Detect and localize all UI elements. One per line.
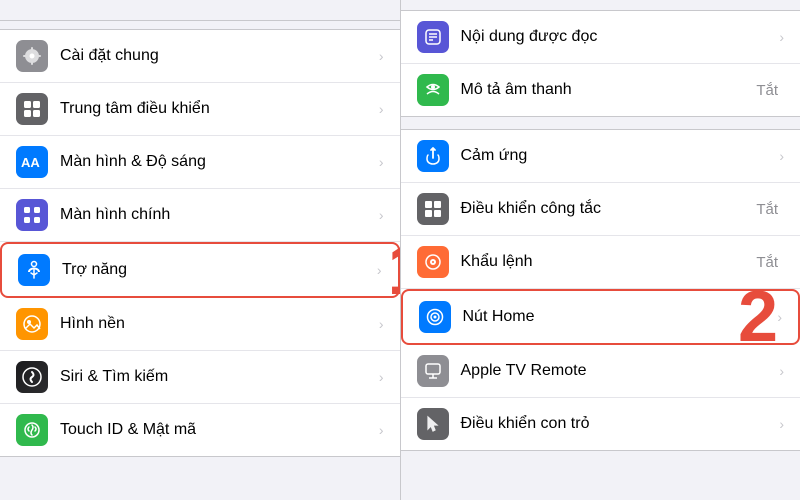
chevron-icon: › [377, 262, 382, 278]
left-settings-group: Cài đặt chung›Trung tâm điều khiển›AAMàn… [0, 29, 400, 457]
label-noi-dung-doc: Nội dung được đọc [461, 28, 776, 46]
right-top-group: Nội dung được đọc›Mô tả âm thanhTắt [401, 10, 800, 117]
chevron-icon: › [379, 101, 384, 117]
icon-man-hinh-chinh [16, 199, 48, 231]
icon-cai-dat-chung [16, 40, 48, 72]
badge-1: 1 [387, 234, 399, 306]
icon-mo-ta-am-thanh [417, 74, 449, 106]
right-bottom-group: Cảm ứng›Điều khiển công tắcTắtKhẩu lệnhT… [401, 129, 800, 451]
label-dieu-khien-cong-tac: Điều khiển công tắc [461, 200, 757, 218]
left-item-trung-tam[interactable]: Trung tâm điều khiển› [0, 83, 400, 136]
chevron-icon: › [379, 316, 384, 332]
chevron-icon: › [379, 422, 384, 438]
right-item-mo-ta-am-thanh[interactable]: Mô tả âm thanhTắt [401, 64, 800, 116]
icon-trung-tam [16, 93, 48, 125]
label-nut-home: Nút Home [463, 308, 774, 326]
icon-siri [16, 361, 48, 393]
chevron-icon: › [779, 29, 784, 45]
icon-dieu-khien-con-tro [417, 408, 449, 440]
svg-text:AA: AA [21, 155, 40, 169]
left-header [0, 0, 400, 21]
right-item-nut-home[interactable]: Nút Home›2 [401, 289, 800, 345]
chevron-icon: › [779, 416, 784, 432]
left-item-hinh-nen[interactable]: Hình nền› [0, 298, 400, 351]
left-item-man-hinh-do-sang[interactable]: AA Màn hình & Độ sáng› [0, 136, 400, 189]
right-panel: Nội dung được đọc›Mô tả âm thanhTắt Cảm … [401, 0, 800, 500]
label-tro-nang: Trợ năng [62, 261, 373, 279]
right-settings-list: Nội dung được đọc›Mô tả âm thanhTắt Cảm … [401, 10, 800, 500]
value-khau-lenh: Tắt [756, 254, 778, 271]
label-man-hinh-do-sang: Màn hình & Độ sáng [60, 153, 375, 171]
left-item-cai-dat-chung[interactable]: Cài đặt chung› [0, 30, 400, 83]
label-trung-tam: Trung tâm điều khiển [60, 100, 375, 118]
icon-touch-id [16, 414, 48, 446]
icon-cam-ung [417, 140, 449, 172]
value-dieu-khien-cong-tac: Tắt [756, 201, 778, 218]
icon-man-hinh-do-sang: AA [16, 146, 48, 178]
icon-dieu-khien-cong-tac [417, 193, 449, 225]
left-item-siri[interactable]: Siri & Tìm kiếm› [0, 351, 400, 404]
chevron-icon: › [779, 363, 784, 379]
label-khau-lenh: Khẩu lệnh [461, 253, 757, 271]
label-cam-ung: Cảm ứng [461, 147, 776, 165]
label-man-hinh-chinh: Màn hình chính [60, 206, 375, 224]
right-item-dieu-khien-cong-tac[interactable]: Điều khiển công tắcTắt [401, 183, 800, 236]
label-cai-dat-chung: Cài đặt chung [60, 47, 375, 65]
value-mo-ta-am-thanh: Tắt [756, 82, 778, 99]
chevron-icon: › [379, 48, 384, 64]
chevron-icon: › [777, 309, 782, 325]
left-settings-list: Cài đặt chung›Trung tâm điều khiển›AAMàn… [0, 21, 400, 500]
icon-nut-home [419, 301, 451, 333]
label-touch-id: Touch ID & Mật mã [60, 421, 375, 439]
icon-tro-nang [18, 254, 50, 286]
icon-noi-dung-doc [417, 21, 449, 53]
label-mo-ta-am-thanh: Mô tả âm thanh [461, 81, 757, 99]
icon-apple-tv [417, 355, 449, 387]
chevron-icon: › [379, 369, 384, 385]
label-dieu-khien-con-tro: Điều khiển con trỏ [461, 415, 776, 433]
label-siri: Siri & Tìm kiếm [60, 368, 375, 386]
label-apple-tv: Apple TV Remote [461, 362, 776, 380]
left-item-touch-id[interactable]: Touch ID & Mật mã› [0, 404, 400, 456]
left-item-man-hinh-chinh[interactable]: Màn hình chính› [0, 189, 400, 242]
right-item-khau-lenh[interactable]: Khẩu lệnhTắt [401, 236, 800, 289]
right-item-noi-dung-doc[interactable]: Nội dung được đọc› [401, 11, 800, 64]
right-item-apple-tv[interactable]: Apple TV Remote› [401, 345, 800, 398]
icon-hinh-nen [16, 308, 48, 340]
label-hinh-nen: Hình nền [60, 315, 375, 333]
left-item-tro-nang[interactable]: Trợ năng›1 [0, 242, 400, 298]
right-item-cam-ung[interactable]: Cảm ứng› [401, 130, 800, 183]
right-item-dieu-khien-con-tro[interactable]: Điều khiển con trỏ› [401, 398, 800, 450]
section-header [401, 117, 800, 129]
chevron-icon: › [379, 154, 384, 170]
icon-khau-lenh [417, 246, 449, 278]
chevron-icon: › [379, 207, 384, 223]
chevron-icon: › [779, 148, 784, 164]
left-panel: Cài đặt chung›Trung tâm điều khiển›AAMàn… [0, 0, 400, 500]
